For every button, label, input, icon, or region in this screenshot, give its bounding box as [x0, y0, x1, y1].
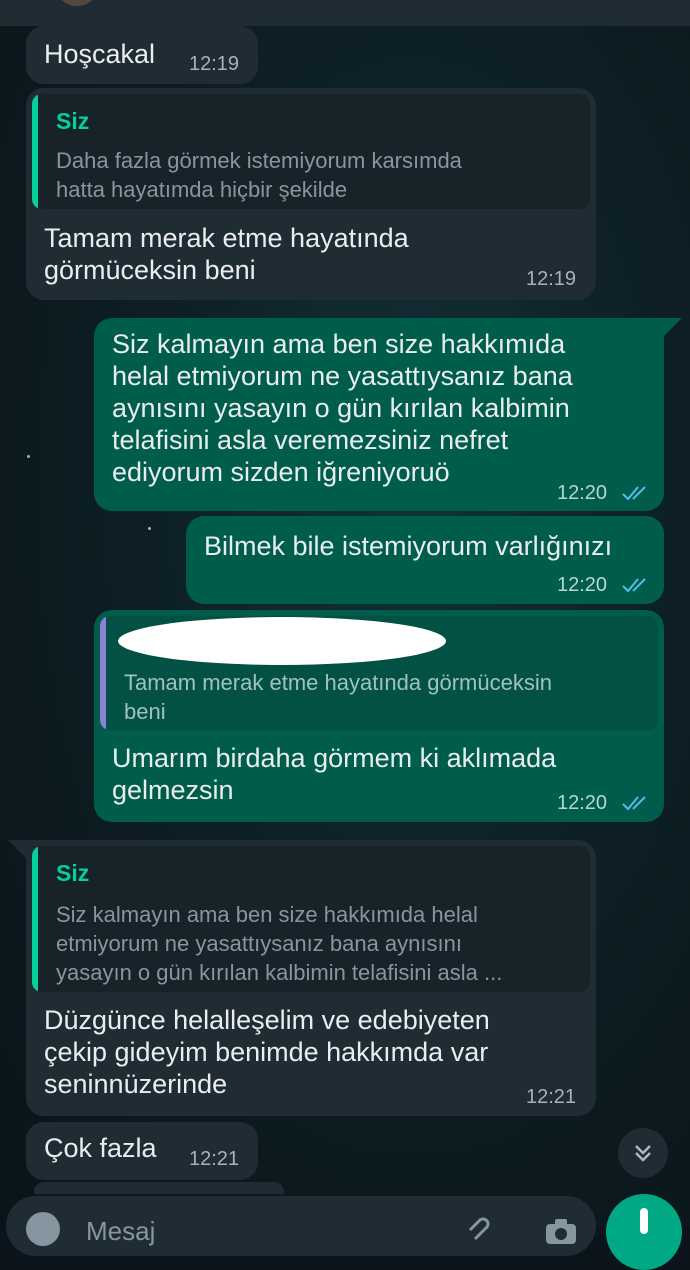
- emoji-icon[interactable]: [26, 1212, 60, 1246]
- message-text: Tamam merak etme hayatında görmüceksin b…: [44, 223, 409, 285]
- message-bubble[interactable]: Hoşcakal 12:19: [26, 26, 258, 84]
- message-text: Hoşcakal: [44, 39, 156, 69]
- quote-text: Siz kalmayın ama ben size hakkımıda hela…: [56, 902, 503, 985]
- message-composer[interactable]: Mesaj: [6, 1196, 596, 1256]
- double-check-icon: [622, 486, 646, 501]
- contact-avatar[interactable]: [54, 0, 100, 6]
- chevron-double-down-icon: [635, 1145, 651, 1162]
- chat-header: [0, 0, 690, 26]
- message-time: 12:19: [189, 53, 240, 75]
- message-bubble[interactable]: Siz kalmayın ama ben size hakkımıda hela…: [94, 318, 682, 511]
- camera-icon[interactable]: [544, 1216, 578, 1246]
- bubble-tail: [8, 840, 26, 858]
- partial-message-bubble: [34, 1182, 284, 1194]
- message-text: Düzgünce helalleşelim ve edebiyeten çeki…: [44, 1005, 490, 1099]
- quote-author: Siz: [56, 860, 90, 886]
- quote-bar: [32, 846, 38, 992]
- double-check-icon: [622, 578, 646, 593]
- message-bubble[interactable]: Siz Siz kalmayın ama ben size hakkımıda …: [8, 840, 596, 1116]
- wallpaper-star: [148, 527, 151, 530]
- message-time: 12:21: [189, 1148, 240, 1170]
- message-bubble[interactable]: Bilmek bile istemiyorum varlığınızı 12:2…: [186, 516, 664, 604]
- message-time: 12:19: [526, 268, 577, 290]
- message-text: Bilmek bile istemiyorum varlığınızı: [204, 531, 613, 561]
- message-bubble[interactable]: Siz Daha fazla görmek istemiyorum karsım…: [26, 88, 596, 300]
- redacted-name-scribble: [118, 617, 446, 665]
- message-bubble[interactable]: Çok fazla 12:21: [26, 1122, 258, 1180]
- scroll-to-bottom-button[interactable]: [618, 1128, 668, 1178]
- message-time: 12:20: [557, 482, 608, 504]
- bubble-tail: [664, 318, 682, 336]
- message-time: 12:20: [557, 792, 608, 814]
- quoted-message[interactable]: Siz Siz kalmayın ama ben size hakkımıda …: [32, 846, 590, 992]
- message-time: 12:20: [557, 574, 608, 596]
- microphone-button[interactable]: [606, 1194, 682, 1270]
- paperclip-icon[interactable]: [462, 1214, 492, 1244]
- microphone-icon: [640, 1208, 648, 1234]
- message-time: 12:21: [526, 1086, 577, 1108]
- message-text: Çok fazla: [44, 1133, 157, 1163]
- quoted-message[interactable]: Siz Daha fazla görmek istemiyorum karsım…: [32, 94, 590, 209]
- quote-bar: [100, 616, 106, 730]
- message-input[interactable]: Mesaj: [86, 1216, 155, 1247]
- quote-text: Daha fazla görmek istemiyorum karsımda h…: [56, 148, 462, 202]
- wallpaper-star: [27, 455, 30, 458]
- double-check-icon: [622, 796, 646, 811]
- quote-author: Siz: [56, 108, 90, 134]
- quote-text: Tamam merak etme hayatında görmüceksin b…: [124, 670, 552, 724]
- quote-bar: [32, 94, 38, 209]
- message-text: Siz kalmayın ama ben size hakkımıda hela…: [112, 329, 573, 487]
- message-text: Umarım birdaha görmem ki aklımada gelmez…: [112, 743, 557, 805]
